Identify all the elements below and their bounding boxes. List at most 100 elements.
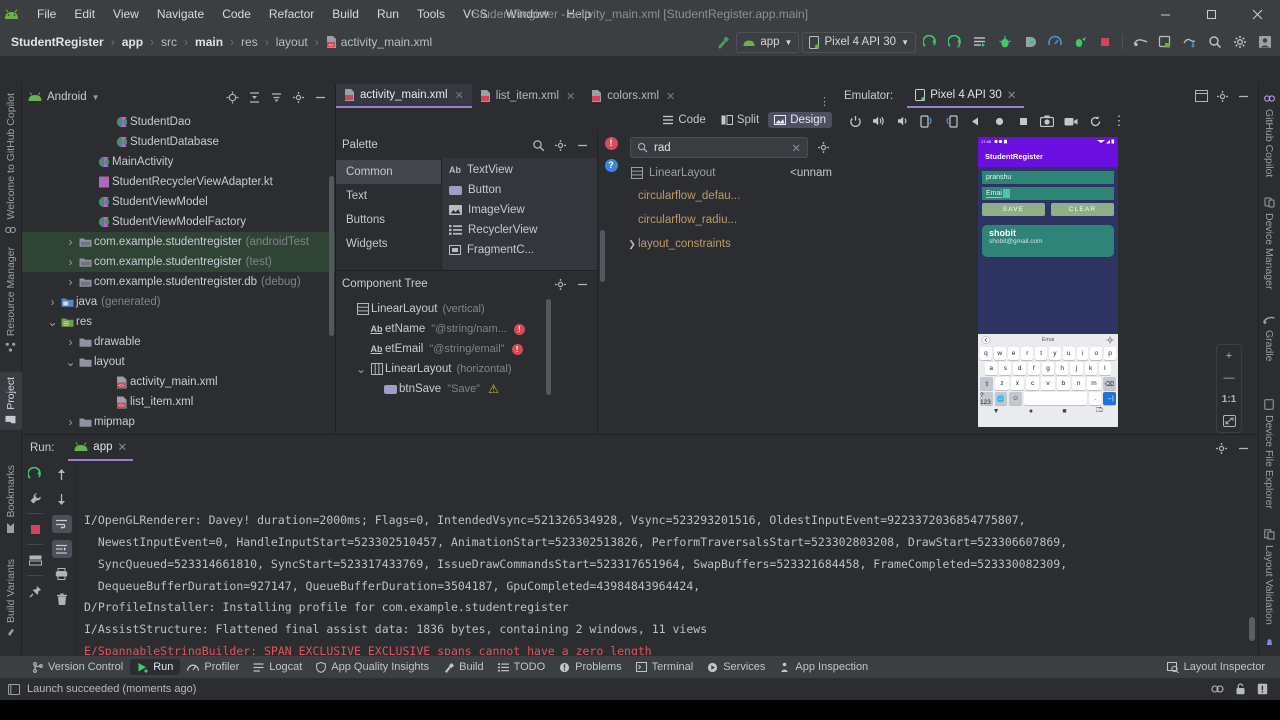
key-w[interactable]: w bbox=[993, 347, 1006, 360]
tool-build[interactable]: Build bbox=[436, 659, 490, 675]
delete-icon[interactable] bbox=[52, 590, 72, 608]
tree-item[interactable]: › mipmap bbox=[22, 412, 335, 432]
copilot-icon[interactable] bbox=[1211, 683, 1224, 695]
strip-device-manager[interactable]: Device Manager bbox=[1258, 192, 1280, 294]
key-enter[interactable]: →| bbox=[1103, 392, 1116, 405]
student-list-item[interactable]: shobit shobit@gmail.com bbox=[982, 225, 1114, 257]
tab-activity-main-xml[interactable]: activity_main.xml ✕ bbox=[336, 84, 472, 108]
key-i[interactable]: i bbox=[1076, 347, 1089, 360]
palette-item-imageview[interactable]: ImageView bbox=[442, 200, 597, 220]
tool-app-inspection[interactable]: App Inspection bbox=[772, 659, 875, 675]
palette-item-recyclerview[interactable]: RecyclerView bbox=[442, 220, 597, 240]
close-icon[interactable]: ✕ bbox=[566, 90, 575, 103]
key-c[interactable]: c bbox=[1026, 377, 1040, 390]
pin-icon[interactable] bbox=[25, 582, 45, 600]
tool-services[interactable]: Services bbox=[700, 659, 772, 675]
name-input-field[interactable]: pranshu bbox=[982, 171, 1114, 184]
component-tree-item[interactable]: LinearLayout (vertical) bbox=[336, 299, 597, 319]
on-screen-keyboard[interactable]: Emai qwertyuiop asdfghjkl ⇧ z x c v b n m ⌫ ?123… bbox=[978, 334, 1118, 427]
more-options-icon[interactable]: ⋮ bbox=[1108, 110, 1130, 132]
chevron-right-icon[interactable]: › bbox=[64, 335, 77, 349]
key-m[interactable]: m bbox=[1087, 377, 1101, 390]
tree-item[interactable]: StudentRecyclerViewAdapter.kt bbox=[22, 172, 335, 192]
tree-item[interactable]: StudentViewModel bbox=[22, 192, 335, 212]
tool-app-quality-insights[interactable]: App Quality Insights bbox=[309, 659, 436, 675]
component-tree-item[interactable]: btnSave "Save" ⚠ bbox=[336, 379, 597, 399]
zoom-actual-size-button[interactable]: 1:1 bbox=[1222, 394, 1236, 405]
breadcrumb-file[interactable]: <> activity_main.xml bbox=[323, 34, 435, 50]
key-numeric[interactable]: ?123 bbox=[980, 392, 993, 406]
tree-item[interactable]: › com.example.studentregister (test) bbox=[22, 252, 335, 272]
notifications-bell-icon[interactable] bbox=[1258, 632, 1280, 653]
palette-category-text[interactable]: Text bbox=[336, 184, 441, 208]
menu-build[interactable]: Build bbox=[323, 4, 368, 24]
key-p[interactable]: p bbox=[1104, 347, 1116, 360]
breadcrumb-main[interactable]: main bbox=[192, 34, 226, 50]
volume-up-icon[interactable] bbox=[868, 110, 890, 132]
tree-item[interactable]: StudentDatabase bbox=[22, 132, 335, 152]
tree-item[interactable]: › com.example.studentregister.db (debug) bbox=[22, 272, 335, 292]
hide-panel-icon[interactable] bbox=[311, 88, 329, 106]
chevron-right-icon[interactable]: › bbox=[46, 295, 59, 309]
error-badge-icon[interactable]: ! bbox=[513, 323, 525, 335]
back-icon[interactable] bbox=[964, 110, 986, 132]
profiler-icon[interactable] bbox=[1044, 31, 1066, 53]
key-backspace[interactable]: ⌫ bbox=[1102, 377, 1116, 390]
menu-edit[interactable]: Edit bbox=[65, 4, 104, 24]
key-shift[interactable]: ⇧ bbox=[980, 377, 994, 390]
strip-github-copilot[interactable]: GitHub Copilot bbox=[1258, 88, 1280, 182]
mode-design[interactable]: Design bbox=[768, 112, 832, 128]
strip-bookmarks[interactable]: Bookmarks bbox=[0, 460, 22, 539]
stop-icon[interactable] bbox=[25, 520, 45, 538]
strip-device-file-explorer[interactable]: Device File Explorer bbox=[1258, 394, 1280, 514]
screenshot-icon[interactable] bbox=[1036, 110, 1058, 132]
tool-layout-inspector[interactable]: Layout Inspector bbox=[1160, 659, 1272, 675]
logcat-lines-icon[interactable] bbox=[969, 31, 991, 53]
chevron-down-icon[interactable]: ⌄ bbox=[354, 362, 368, 376]
zoom-out-button[interactable]: — bbox=[1224, 372, 1235, 384]
tab-list-item-xml[interactable]: list_item.xml ✕ bbox=[472, 84, 583, 108]
project-panel-title[interactable]: Android ▼ bbox=[28, 91, 100, 103]
collapse-all-icon[interactable] bbox=[245, 88, 263, 106]
log-output[interactable]: I/OpenGLRenderer: Davey! duration=2000ms… bbox=[76, 461, 1258, 655]
sidebar-item-project[interactable]: Project bbox=[0, 372, 22, 430]
device-selector[interactable]: Pixel 4 API 30 ▼ bbox=[802, 31, 916, 53]
tool-version-control[interactable]: Version Control bbox=[26, 659, 130, 675]
scroll-down-icon[interactable] bbox=[52, 490, 72, 508]
zoom-in-button[interactable]: + bbox=[1226, 350, 1232, 362]
breadcrumb-src[interactable]: src bbox=[158, 34, 180, 50]
zoom-fit-icon[interactable] bbox=[1222, 415, 1236, 427]
key-l[interactable]: l bbox=[1098, 362, 1111, 375]
notifications-icon[interactable] bbox=[1257, 683, 1268, 695]
tool-profiler[interactable]: Profiler bbox=[180, 659, 246, 675]
error-indicator[interactable]: ! bbox=[598, 132, 624, 154]
log-scrollbar[interactable] bbox=[1249, 617, 1255, 641]
device-manager-icon[interactable] bbox=[1129, 31, 1151, 53]
sdk-download-icon[interactable] bbox=[1179, 31, 1201, 53]
close-icon[interactable]: ✕ bbox=[666, 90, 675, 103]
scroll-to-end-icon[interactable] bbox=[51, 540, 72, 558]
key-n[interactable]: n bbox=[1071, 377, 1086, 390]
chevron-right-icon[interactable]: › bbox=[64, 255, 77, 269]
error-badge-icon[interactable]: ! bbox=[511, 343, 523, 355]
mode-split[interactable]: Split bbox=[715, 112, 765, 128]
menu-help[interactable]: Help bbox=[557, 4, 600, 24]
help-indicator[interactable]: ? bbox=[598, 154, 624, 176]
component-tree-item[interactable]: Ab etName "@string/nam...! bbox=[336, 319, 597, 339]
clear-search-icon[interactable]: ✕ bbox=[791, 141, 801, 155]
run-configuration-selector[interactable]: app ▼ bbox=[736, 31, 800, 53]
close-icon[interactable] bbox=[1234, 0, 1280, 28]
attach-debugger-icon[interactable] bbox=[1019, 31, 1041, 53]
attributes-settings-gear-icon[interactable] bbox=[814, 139, 832, 157]
close-icon[interactable]: ✕ bbox=[1007, 88, 1017, 102]
key-b[interactable]: b bbox=[1056, 377, 1070, 390]
menu-view[interactable]: View bbox=[104, 4, 148, 24]
component-tree-item[interactable]: Ab etEmail "@string/email"! bbox=[336, 339, 597, 359]
strip-gradle[interactable]: Gradle bbox=[1258, 310, 1280, 367]
chevron-down-icon[interactable]: ▼ bbox=[92, 93, 100, 102]
key-space[interactable] bbox=[1023, 392, 1087, 405]
component-tree-scrollbar[interactable] bbox=[546, 299, 551, 395]
key-k[interactable]: k bbox=[1084, 362, 1097, 375]
attribute-circularflow-radius[interactable]: circularflow_radiu... bbox=[624, 208, 838, 232]
search-icon[interactable] bbox=[529, 136, 547, 154]
